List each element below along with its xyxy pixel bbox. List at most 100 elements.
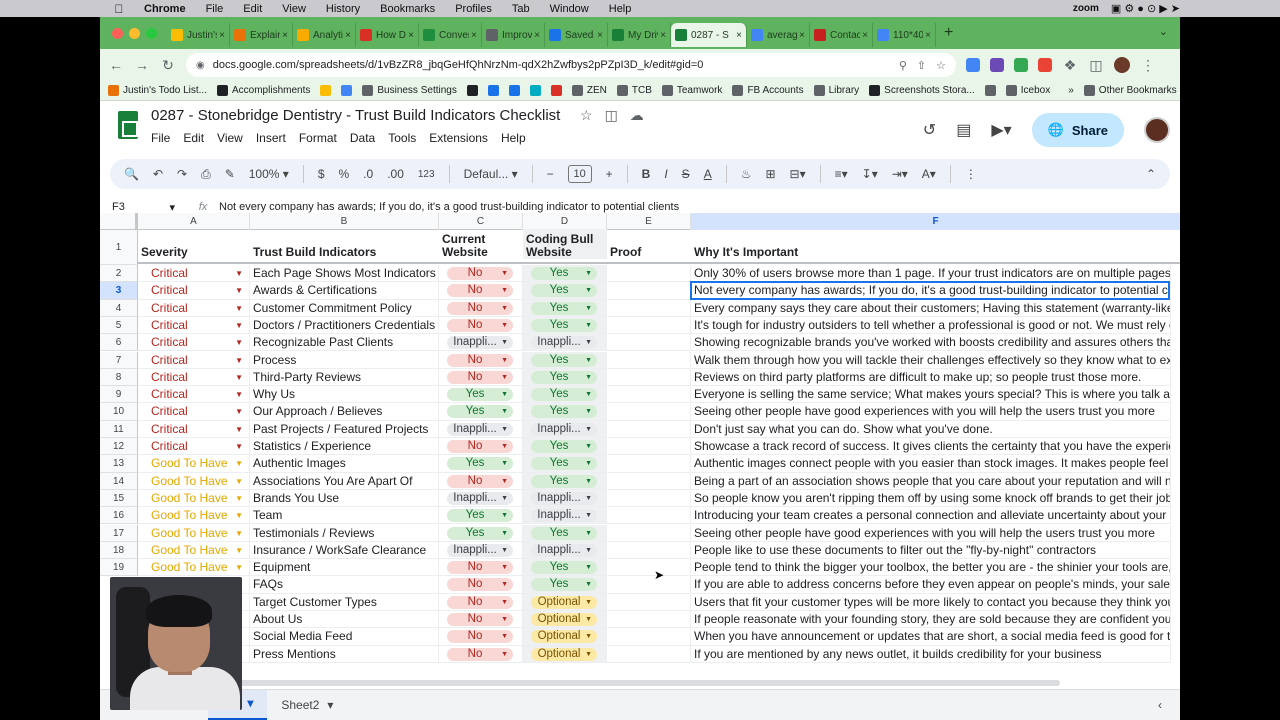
coding-bull-website-cell[interactable]: Yes ▼ (523, 351, 607, 369)
why-important-cell[interactable]: Showing recognizable brands you've worke… (691, 334, 1171, 352)
proof-cell[interactable] (607, 386, 691, 404)
status-chip[interactable]: Inappli... ▼ (447, 336, 513, 350)
proof-cell[interactable] (607, 541, 691, 560)
row-header[interactable]: 9 (100, 386, 138, 404)
select-all-corner[interactable] (100, 213, 138, 230)
indicator-cell[interactable]: Statistics / Experience (250, 438, 439, 456)
horizontal-scrollbar[interactable] (240, 680, 1060, 686)
coding-bull-website-cell[interactable]: Optional ▼ (523, 628, 607, 646)
indicator-cell[interactable]: Authentic Images (250, 455, 439, 473)
decrease-decimal-button[interactable]: .0 (363, 167, 373, 181)
bookmark-item[interactable]: Screenshots Stora... (869, 85, 975, 96)
proof-cell[interactable] (607, 628, 691, 646)
status-chip[interactable]: Inappli... ▼ (531, 543, 597, 557)
status-chip[interactable]: Optional ▼ (531, 647, 597, 661)
current-website-cell[interactable]: No ▼ (439, 438, 523, 456)
browser-tab[interactable]: Analytic× (293, 23, 356, 47)
coding-bull-website-cell[interactable]: Yes ▼ (523, 265, 607, 283)
row-header[interactable]: 8 (100, 368, 138, 387)
status-chip[interactable]: Yes ▼ (531, 388, 597, 402)
bookmark-item[interactable] (529, 85, 541, 96)
current-website-cell[interactable]: Inappli... ▼ (439, 541, 523, 560)
move-folder-icon[interactable]: ◫ (605, 107, 618, 124)
bookmark-star-icon[interactable]: ☆ (936, 59, 946, 72)
back-icon[interactable]: ← (108, 57, 124, 73)
increase-decimal-button[interactable]: .00 (387, 167, 404, 181)
strikethrough-icon[interactable]: S (682, 167, 690, 181)
menubar-item[interactable]: File (196, 3, 234, 15)
forward-icon[interactable]: → (134, 57, 150, 73)
header-indicators[interactable]: Trust Build Indicators (250, 246, 439, 259)
severity-cell[interactable]: Good To Have ▼ (138, 507, 250, 525)
proof-cell[interactable] (607, 403, 691, 421)
severity-cell[interactable]: Good To Have ▼ (138, 524, 250, 542)
tab-close-icon[interactable]: × (471, 30, 477, 41)
meet-icon[interactable]: ▶▾ (991, 120, 1011, 140)
bookmark-item[interactable]: Icebox (1005, 85, 1050, 96)
status-chip[interactable]: No ▼ (447, 440, 513, 453)
menu-file[interactable]: File (151, 131, 170, 145)
indicator-cell[interactable]: Team (250, 507, 439, 525)
severity-cell[interactable]: Good To Have ▼ (138, 472, 250, 490)
browser-tab[interactable]: 110*405× (873, 23, 936, 47)
current-website-cell[interactable]: Yes ▼ (439, 455, 523, 473)
status-chip[interactable]: Inappli... ▼ (531, 509, 597, 523)
coding-bull-website-cell[interactable]: Yes ▼ (523, 524, 607, 542)
comments-icon[interactable]: ▤ (956, 120, 971, 140)
header-current-website[interactable]: Current Website (439, 233, 523, 259)
browser-tab[interactable]: Conver × (419, 23, 482, 47)
row-header[interactable]: 12 (100, 438, 138, 456)
bookmark-item[interactable]: TCB (616, 85, 652, 96)
tab-close-icon[interactable]: × (219, 30, 225, 41)
proof-cell[interactable] (607, 420, 691, 438)
star-icon[interactable]: ☆ (580, 107, 593, 124)
menubar-item[interactable]: Chrome (134, 3, 196, 15)
sheets-logo-icon[interactable] (118, 111, 138, 139)
bookmark-item[interactable] (550, 85, 562, 96)
status-chip[interactable]: No ▼ (447, 318, 513, 332)
dropdown-arrow-icon[interactable]: ▼ (235, 490, 243, 506)
status-chip[interactable]: No ▼ (447, 647, 513, 661)
sheet-tab-sheet2[interactable]: Sheet2 ▾ (267, 690, 347, 720)
status-chip[interactable]: Yes ▼ (531, 474, 597, 488)
menubar-item[interactable]: Window (540, 3, 599, 15)
merge-cells-icon[interactable]: ⊟▾ (790, 167, 806, 181)
browser-tab[interactable]: Improve× (482, 23, 545, 47)
current-website-cell[interactable]: Yes ▼ (439, 524, 523, 542)
coding-bull-website-cell[interactable]: Inappli... ▼ (523, 334, 607, 352)
more-bookmarks-icon[interactable]: » (1068, 85, 1074, 96)
zoom-select[interactable]: 100% ▾ (249, 167, 289, 181)
indicator-cell[interactable]: Social Media Feed (250, 628, 439, 646)
row-header-1[interactable]: 1 (100, 230, 138, 265)
dropdown-arrow-icon[interactable]: ▼ (235, 542, 243, 558)
proof-cell[interactable] (607, 334, 691, 352)
why-important-cell[interactable]: Users that fit your customer types will … (691, 593, 1171, 611)
browser-tab[interactable]: Explaine× (230, 23, 293, 47)
menubar-item[interactable]: Tab (502, 3, 540, 15)
severity-cell[interactable]: Good To Have ▼ (138, 455, 250, 473)
status-chip[interactable]: Yes ▼ (447, 388, 513, 402)
current-website-cell[interactable]: No ▼ (439, 628, 523, 646)
menubar-item[interactable]: History (316, 3, 370, 15)
indicator-cell[interactable]: Process (250, 351, 439, 369)
status-chip[interactable]: No ▼ (447, 613, 513, 626)
why-important-cell[interactable]: Don't just say what you can do. Show wha… (691, 420, 1171, 438)
row-header[interactable]: 3 (100, 282, 138, 300)
extension-icon[interactable] (1014, 58, 1028, 72)
current-website-cell[interactable]: Inappli... ▼ (439, 489, 523, 508)
share-page-icon[interactable]: ⇧ (917, 59, 926, 72)
status-chip[interactable]: Yes ▼ (531, 526, 597, 540)
why-important-cell[interactable]: Introducing your team creates a personal… (691, 507, 1171, 525)
menu-view[interactable]: View (217, 131, 243, 145)
browser-tab[interactable]: How Do× (356, 23, 419, 47)
status-chip[interactable]: Yes ▼ (447, 457, 513, 471)
row-header[interactable]: 5 (100, 316, 138, 335)
search-menus-icon[interactable]: 🔍 (124, 167, 139, 181)
status-chip[interactable]: Yes ▼ (531, 405, 597, 419)
bookmark-item[interactable] (984, 85, 996, 96)
formula-input[interactable]: Not every company has awards; If you do,… (219, 201, 679, 213)
current-website-cell[interactable]: No ▼ (439, 559, 523, 577)
row-header[interactable]: 19 (100, 559, 138, 577)
proof-cell[interactable] (607, 299, 691, 317)
status-chip[interactable]: No ▼ (447, 267, 513, 280)
